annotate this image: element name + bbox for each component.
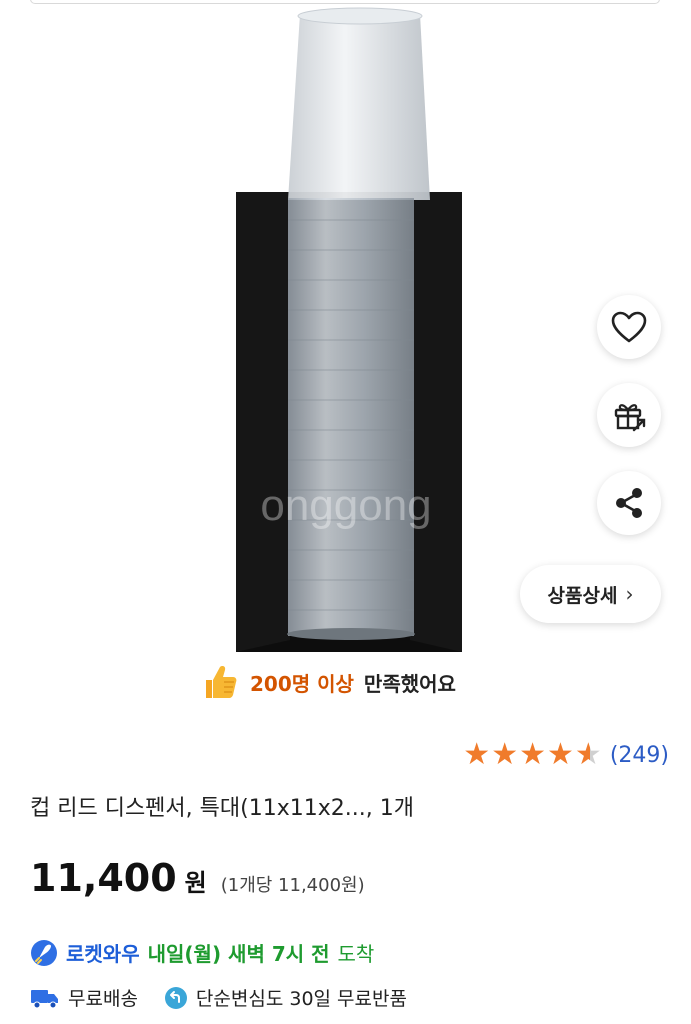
heart-icon [611,311,647,343]
star-icon: ★ [491,737,519,772]
review-count-link[interactable]: (249) [610,743,669,768]
satisfaction-banner: 200명 이상 만족했어요 [200,660,456,704]
star-icon: ★ [463,737,491,772]
product-price: 11,400 [30,856,177,900]
star-icon: ★ [547,737,574,772]
delivery-info: 로켓와우 내일(월) 새벽 7시 전 도착 [30,938,374,967]
shipping-info: 무료배송 단순변심도 30일 무료반품 [30,984,407,1011]
arrival-time: 내일(월) 새벽 7시 전 [147,942,330,966]
half-star-icon: ★ [574,737,602,772]
free-shipping-label: 무료배송 [68,988,138,1010]
satisfaction-text: 만족했어요 [363,671,456,696]
share-button[interactable] [597,471,661,535]
satisfaction-count: 200명 이상 [250,671,354,696]
share-icon [616,488,642,518]
free-return-label: 단순변심도 30일 무료반품 [195,988,407,1010]
currency-label: 원 [184,869,207,897]
thumbs-up-icon [206,666,237,698]
gift-button[interactable] [597,383,661,447]
like-button[interactable] [597,295,661,359]
unit-price: (1개당 11,400원) [220,875,365,896]
chevron-right-icon: › [625,582,634,606]
gift-icon [614,404,646,432]
arrival-suffix: 도착 [337,942,375,966]
product-title: 컵 리드 디스펜서, 특대(11x11x2..., 1개 [30,796,414,821]
rocket-wow-badge: 로켓와우 [66,942,140,966]
price-row: 11,400 원 (1개당 11,400원) [30,856,365,900]
product-image: onggong [236,7,462,652]
return-icon [164,986,187,1009]
product-detail-button[interactable]: 상품상세 › [520,565,661,623]
rating-row[interactable]: ★ ★ ★ ★ ★ (249) [463,740,669,770]
truck-icon [31,989,58,1008]
star-icon: ★ [519,737,547,772]
product-detail-label: 상품상세 [547,584,618,607]
star-rating: ★ ★ ★ ★ ★ [463,740,602,770]
image-watermark: onggong [260,481,431,530]
rocket-icon [31,939,57,966]
